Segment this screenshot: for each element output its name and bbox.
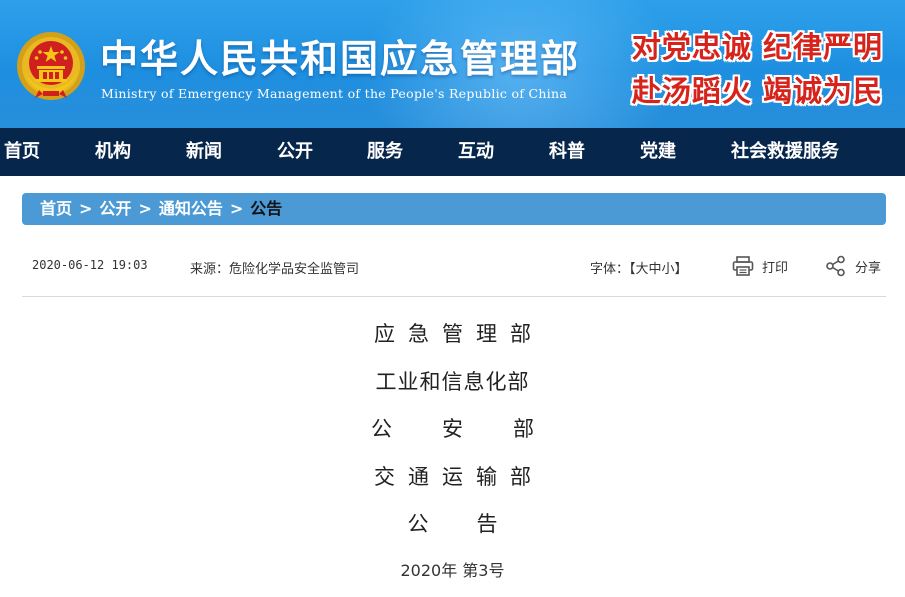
printer-icon — [732, 256, 754, 276]
article-source: 来源：危险化学品安全监管司 — [190, 262, 360, 277]
nav-item-science[interactable]: 科普 — [549, 128, 585, 176]
site-title: 中华人民共和国应急管理部 — [100, 37, 581, 81]
issuer-emergency-management: 应急管理部 — [374, 322, 544, 346]
nav-item-interaction[interactable]: 互动 — [458, 128, 494, 176]
breadcrumb-home[interactable]: 首页 — [40, 199, 72, 218]
nav-item-home[interactable]: 首页 — [4, 128, 40, 176]
print-label: 打印 — [762, 260, 789, 276]
breadcrumb-separator: > — [229, 199, 244, 218]
breadcrumb-notices[interactable]: 通知公告 — [159, 199, 223, 218]
nav-item-rescue-services[interactable]: 社会救援服务 — [731, 128, 839, 176]
share-icon — [826, 255, 845, 277]
publish-date: 2020-06-12 19:03 — [32, 258, 148, 272]
issuer-industry-it: 工业和信息化部 — [375, 370, 530, 394]
slogan-line-2: 赴汤蹈火 竭诚为民 — [631, 74, 883, 108]
breadcrumb-bar: 首页 > 公开 > 通知公告 > 公告 — [22, 193, 886, 225]
issuer-transport: 交通运输部 — [374, 465, 544, 489]
site-subtitle: Ministry of Emergency Management of the … — [101, 86, 568, 101]
main-nav: 首页 机构 新闻 公开 服务 互动 科普 党建 社会救援服务 — [0, 128, 905, 176]
site-header: 中华人民共和国应急管理部 Ministry of Emergency Manag… — [0, 0, 905, 128]
breadcrumb-disclosure[interactable]: 公开 — [99, 199, 131, 218]
breadcrumb-separator: > — [138, 199, 152, 218]
issuer-public-security: 公安部 — [371, 417, 584, 441]
meta-divider — [22, 296, 886, 297]
breadcrumb-separator: > — [79, 199, 93, 218]
nav-item-organization[interactable]: 机构 — [95, 128, 131, 176]
slogan-line-1: 对党忠诚 纪律严明 — [631, 30, 883, 64]
share-button[interactable]: 分享 — [825, 254, 881, 278]
share-label: 分享 — [855, 260, 882, 276]
font-size-selector[interactable]: 字体：【大中小】 — [590, 258, 688, 277]
nav-item-party[interactable]: 党建 — [640, 128, 676, 176]
nav-item-services[interactable]: 服务 — [367, 128, 403, 176]
national-emblem-icon[interactable] — [15, 30, 87, 102]
document-number: 2020年 第3号 — [400, 561, 505, 580]
document-type: 公告 — [407, 512, 546, 536]
breadcrumb: 首页 > 公开 > 通知公告 > 公告 — [40, 193, 282, 225]
nav-item-disclosure[interactable]: 公开 — [277, 128, 313, 176]
nav-item-news[interactable]: 新闻 — [186, 128, 222, 176]
print-button[interactable]: 打印 — [732, 254, 788, 278]
breadcrumb-current: 公告 — [250, 199, 283, 218]
